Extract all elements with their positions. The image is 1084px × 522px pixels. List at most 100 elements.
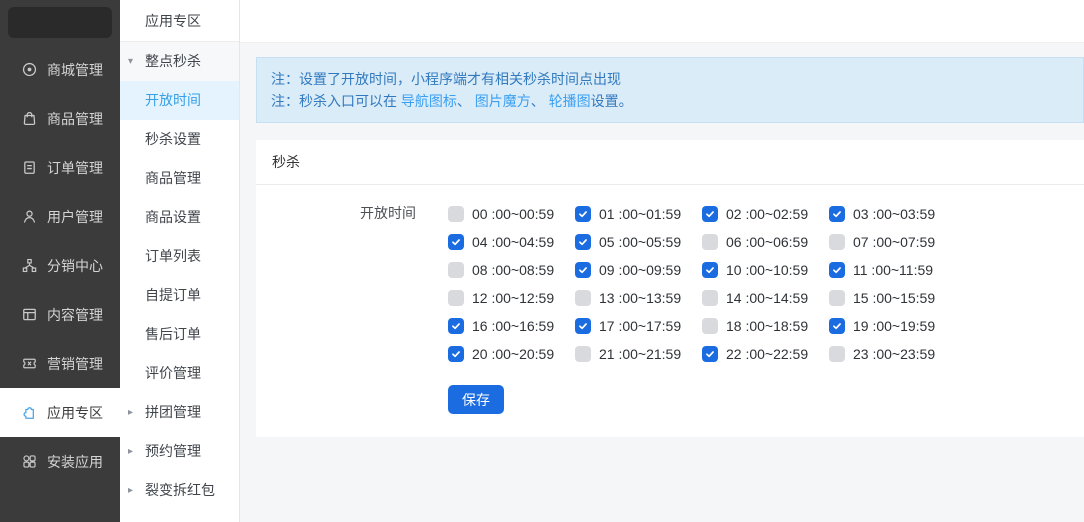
time-slot-11[interactable]: 11 :00~11:59 <box>829 260 956 279</box>
submenu-item-label: 开放时间 <box>145 92 201 108</box>
sidebar-item-content[interactable]: 内容管理 <box>0 290 120 339</box>
submenu-item-aftersale-orders[interactable]: 售后订单 <box>120 315 239 354</box>
time-slot-label: 10 :00~10:59 <box>726 261 809 278</box>
checkbox-unchecked-icon[interactable] <box>575 345 591 362</box>
submenu-item-booking[interactable]: ▸ 预约管理 <box>120 432 239 471</box>
submenu-item-seckill-settings[interactable]: 秒杀设置 <box>120 120 239 159</box>
time-slot-06[interactable]: 06 :00~06:59 <box>702 232 829 251</box>
checkbox-unchecked-icon[interactable] <box>448 205 464 222</box>
sidebar-item-apps[interactable]: 应用专区 <box>0 388 120 437</box>
time-slot-15[interactable]: 15 :00~15:59 <box>829 288 956 307</box>
checkbox-unchecked-icon[interactable] <box>702 317 718 334</box>
submenu-item-goods-manage[interactable]: 商品管理 <box>120 159 239 198</box>
notice-text-segment: 、 <box>530 93 549 109</box>
save-button[interactable]: 保存 <box>448 385 504 414</box>
time-slot-23[interactable]: 23 :00~23:59 <box>829 344 956 363</box>
sidebar-item-orders[interactable]: 订单管理 <box>0 143 120 192</box>
notice-link-image-cube[interactable]: 图片魔方 <box>475 93 531 109</box>
time-slot-00[interactable]: 00 :00~00:59 <box>448 204 575 223</box>
sidebar-item-goods[interactable]: 商品管理 <box>0 94 120 143</box>
time-slot-03[interactable]: 03 :00~03:59 <box>829 204 956 223</box>
checkbox-unchecked-icon[interactable] <box>702 289 718 306</box>
submenu-item-red-packet[interactable]: ▸ 裂变拆红包 <box>120 471 239 510</box>
time-slot-04[interactable]: 04 :00~04:59 <box>448 232 575 251</box>
submenu-item-label: 商品管理 <box>145 170 201 186</box>
sidebar-item-install[interactable]: 安装应用 <box>0 437 120 486</box>
checkbox-checked-icon[interactable] <box>448 233 464 250</box>
time-slot-19[interactable]: 19 :00~19:59 <box>829 316 956 335</box>
sidebar-item-distribution[interactable]: 分销中心 <box>0 241 120 290</box>
notice-link-nav-icon[interactable]: 导航图标 <box>401 93 457 109</box>
submenu-item-label: 拼团管理 <box>145 404 201 420</box>
submenu-item-flash-sale[interactable]: ▾ 整点秒杀 <box>120 42 239 81</box>
time-slot-05[interactable]: 05 :00~05:59 <box>575 232 702 251</box>
admin-app: 商城管理 商品管理 订单管理 用户管理 分销中心 内容管理 营销管理 应用专区 安装应用 应用专… <box>0 0 1084 522</box>
sidebar-item-shop[interactable]: 商城管理 <box>0 45 120 94</box>
submenu-item-goods-settings[interactable]: 商品设置 <box>120 198 239 237</box>
time-slot-18[interactable]: 18 :00~18:59 <box>702 316 829 335</box>
checkbox-unchecked-icon[interactable] <box>575 289 591 306</box>
time-slot-20[interactable]: 20 :00~20:59 <box>448 344 575 363</box>
checkbox-unchecked-icon[interactable] <box>448 289 464 306</box>
checkbox-checked-icon[interactable] <box>575 205 591 222</box>
notice-link-carousel[interactable]: 轮播图 <box>549 93 591 109</box>
notice-line-2: 注：秒杀入口可以在 导航图标、 图片魔方、 轮播图设置。 <box>271 90 1069 112</box>
time-slot-label: 16 :00~16:59 <box>472 317 555 334</box>
time-slot-22[interactable]: 22 :00~22:59 <box>702 344 829 363</box>
time-slot-10[interactable]: 10 :00~10:59 <box>702 260 829 279</box>
submenu-item-label: 评价管理 <box>145 365 201 381</box>
sidebar-item-marketing[interactable]: 营销管理 <box>0 339 120 388</box>
checkbox-checked-icon[interactable] <box>575 261 591 278</box>
layout-icon <box>21 306 38 323</box>
submenu-header-apps[interactable]: 应用专区 <box>120 0 239 42</box>
submenu-item-group-buy[interactable]: ▸ 拼团管理 <box>120 393 239 432</box>
checkbox-checked-icon[interactable] <box>702 205 718 222</box>
checkbox-checked-icon[interactable] <box>829 205 845 222</box>
time-slot-label: 08 :00~08:59 <box>472 261 555 278</box>
seckill-panel: 秒杀 开放时间 00 :00~00:59 01 :00~01:59 02 :00~0… <box>256 140 1084 437</box>
submenu-item-review-manage[interactable]: 评价管理 <box>120 354 239 393</box>
time-slot-02[interactable]: 02 :00~02:59 <box>702 204 829 223</box>
checkbox-checked-icon[interactable] <box>575 317 591 334</box>
target-icon <box>21 61 38 78</box>
submenu-item-open-time[interactable]: 开放时间 <box>120 81 239 120</box>
open-time-label: 开放时间 <box>360 205 416 221</box>
time-slot-13[interactable]: 13 :00~13:59 <box>575 288 702 307</box>
time-slot-07[interactable]: 07 :00~07:59 <box>829 232 956 251</box>
time-slot-17[interactable]: 17 :00~17:59 <box>575 316 702 335</box>
checkbox-unchecked-icon[interactable] <box>829 289 845 306</box>
sidebar-item-users[interactable]: 用户管理 <box>0 192 120 241</box>
time-slot-01[interactable]: 01 :00~01:59 <box>575 204 702 223</box>
checkbox-checked-icon[interactable] <box>448 317 464 334</box>
time-slot-label: 22 :00~22:59 <box>726 345 809 362</box>
time-slot-14[interactable]: 14 :00~14:59 <box>702 288 829 307</box>
notice-text-segment: 设置。 <box>590 93 633 109</box>
checkbox-unchecked-icon[interactable] <box>702 233 718 250</box>
time-slot-09[interactable]: 09 :00~09:59 <box>575 260 702 279</box>
checkbox-checked-icon[interactable] <box>829 317 845 334</box>
time-slot-12[interactable]: 12 :00~12:59 <box>448 288 575 307</box>
checkbox-checked-icon[interactable] <box>702 261 718 278</box>
checkbox-checked-icon[interactable] <box>829 261 845 278</box>
checkbox-unchecked-icon[interactable] <box>448 261 464 278</box>
time-slot-08[interactable]: 08 :00~08:59 <box>448 260 575 279</box>
checkbox-unchecked-icon[interactable] <box>829 345 845 362</box>
logo-placeholder <box>8 7 112 38</box>
checkbox-checked-icon[interactable] <box>702 345 718 362</box>
submenu-item-order-list[interactable]: 订单列表 <box>120 237 239 276</box>
time-slot-label: 12 :00~12:59 <box>472 289 555 306</box>
time-slot-label: 17 :00~17:59 <box>599 317 682 334</box>
time-slot-16[interactable]: 16 :00~16:59 <box>448 316 575 335</box>
checkbox-unchecked-icon[interactable] <box>829 233 845 250</box>
caret-right-icon: ▸ <box>128 446 134 457</box>
submenu-item-label: 秒杀设置 <box>145 131 201 147</box>
time-slot-label: 00 :00~00:59 <box>472 205 555 222</box>
caret-down-icon: ▾ <box>128 56 134 67</box>
submenu-item-label: 订单列表 <box>145 248 201 264</box>
checkbox-checked-icon[interactable] <box>448 345 464 362</box>
checkbox-checked-icon[interactable] <box>575 233 591 250</box>
panel-title: 秒杀 <box>256 140 1084 185</box>
submenu-item-pickup-orders[interactable]: 自提订单 <box>120 276 239 315</box>
time-slot-21[interactable]: 21 :00~21:59 <box>575 344 702 363</box>
submenu-item-label: 整点秒杀 <box>145 53 201 69</box>
